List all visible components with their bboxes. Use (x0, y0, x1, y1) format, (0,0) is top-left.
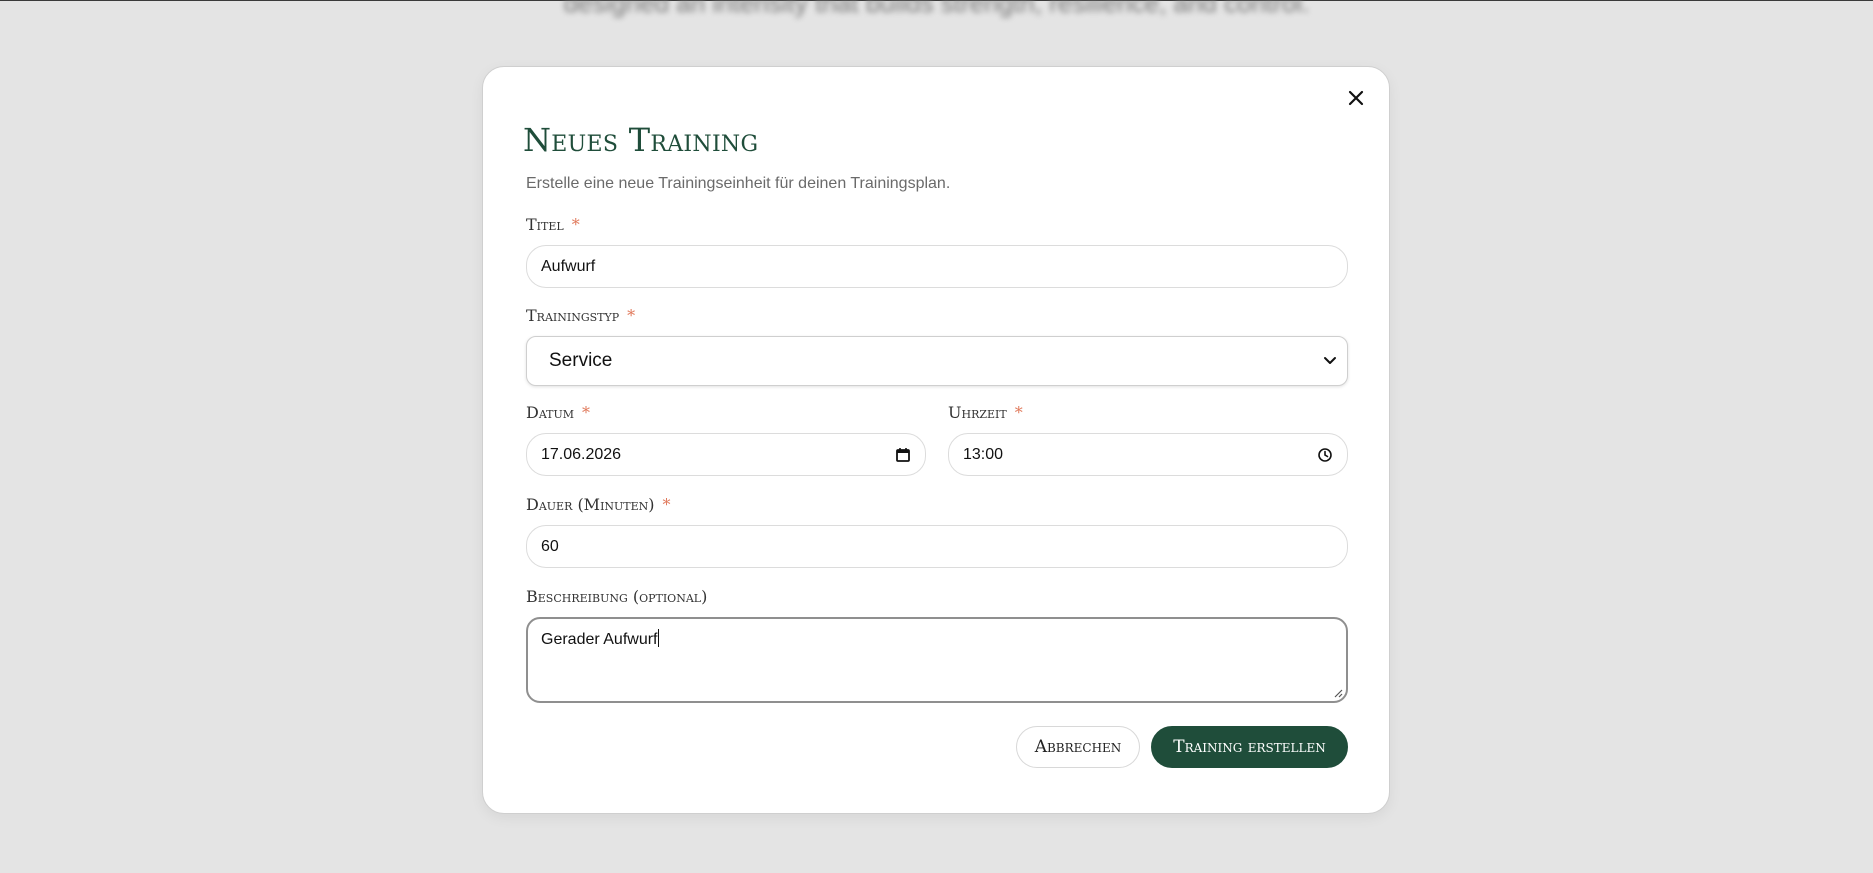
dialog-title: Neues Training (523, 121, 759, 159)
text-caret (657, 629, 659, 647)
close-icon (1348, 90, 1364, 106)
resize-handle-icon[interactable] (1333, 688, 1343, 698)
cancel-button[interactable]: Abbrechen (1016, 726, 1140, 768)
dauer-input[interactable]: 60 (526, 525, 1348, 568)
required-marker: * (582, 403, 591, 422)
trainingstyp-label-text: Trainingstyp (526, 306, 620, 325)
required-marker: * (571, 215, 580, 234)
dialog-subtitle: Erstelle eine neue Trainingseinheit für … (526, 175, 951, 192)
uhrzeit-input[interactable]: 13:00 (948, 433, 1348, 476)
titel-value: Aufwurf (541, 257, 596, 275)
datum-value: 17.06.2026 (541, 445, 622, 463)
beschreibung-textarea[interactable]: Gerader Aufwurf (526, 617, 1348, 703)
titel-label-text: Titel (526, 215, 564, 234)
new-training-dialog: Neues Training Erstelle eine neue Traini… (482, 66, 1390, 814)
close-button[interactable] (1343, 85, 1369, 111)
dauer-label-text: Dauer (Minuten) (526, 495, 655, 514)
trainingstyp-selected: Service (549, 350, 613, 371)
trainingstyp-label: Trainingstyp * (526, 306, 635, 325)
uhrzeit-value: 13:00 (963, 445, 1004, 463)
beschreibung-value: Gerader Aufwurf (541, 631, 658, 648)
required-marker: * (662, 495, 671, 514)
required-marker: * (1014, 403, 1023, 422)
beschreibung-label: Beschreibung (optional) (526, 587, 707, 606)
datum-label-text: Datum (526, 403, 575, 422)
titel-input[interactable]: Aufwurf (526, 245, 1348, 288)
titel-label: Titel * (526, 215, 580, 234)
chevron-down-icon (1324, 357, 1336, 364)
calendar-icon[interactable] (895, 447, 911, 463)
dauer-label: Dauer (Minuten) * (526, 495, 671, 514)
trainingstyp-select[interactable]: Service (526, 336, 1348, 386)
uhrzeit-label-text: Uhrzeit (948, 403, 1007, 422)
required-marker: * (627, 306, 636, 325)
background-text: designed an intensity that builds streng… (563, 0, 1310, 18)
uhrzeit-label: Uhrzeit * (948, 403, 1023, 422)
clock-icon[interactable] (1317, 447, 1333, 463)
beschreibung-label-text: Beschreibung (optional) (526, 587, 708, 606)
datum-label: Datum * (526, 403, 590, 422)
dauer-value: 60 (541, 537, 559, 555)
datum-input[interactable]: 17.06.2026 (526, 433, 926, 476)
create-training-button[interactable]: Training erstellen (1151, 726, 1348, 768)
